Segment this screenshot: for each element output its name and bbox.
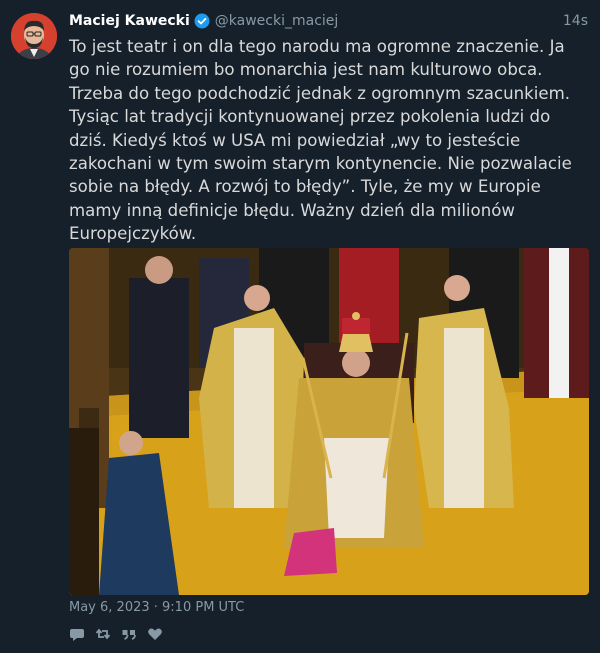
verified-badge-icon: [194, 13, 210, 29]
author-avatar[interactable]: [11, 13, 57, 59]
quote-icon[interactable]: [121, 626, 137, 642]
tweet-actions: [69, 626, 173, 642]
tweet-header: Maciej Kawecki @kawecki_maciej 14s: [69, 11, 588, 31]
tweet: Maciej Kawecki @kawecki_maciej 14s To je…: [0, 0, 600, 653]
author-handle[interactable]: @kawecki_maciej: [215, 13, 339, 29]
tweet-relative-time[interactable]: 14s: [563, 13, 588, 29]
heart-icon[interactable]: [147, 626, 163, 642]
tweet-text: To jest teatr i on dla tego narodu ma og…: [69, 37, 572, 244]
retweet-icon[interactable]: [95, 626, 111, 642]
tweet-photo[interactable]: [69, 248, 589, 595]
author-name[interactable]: Maciej Kawecki: [69, 13, 190, 29]
tweet-date[interactable]: May 6, 2023 · 9:10 PM UTC: [69, 600, 244, 615]
reply-icon[interactable]: [69, 626, 85, 642]
